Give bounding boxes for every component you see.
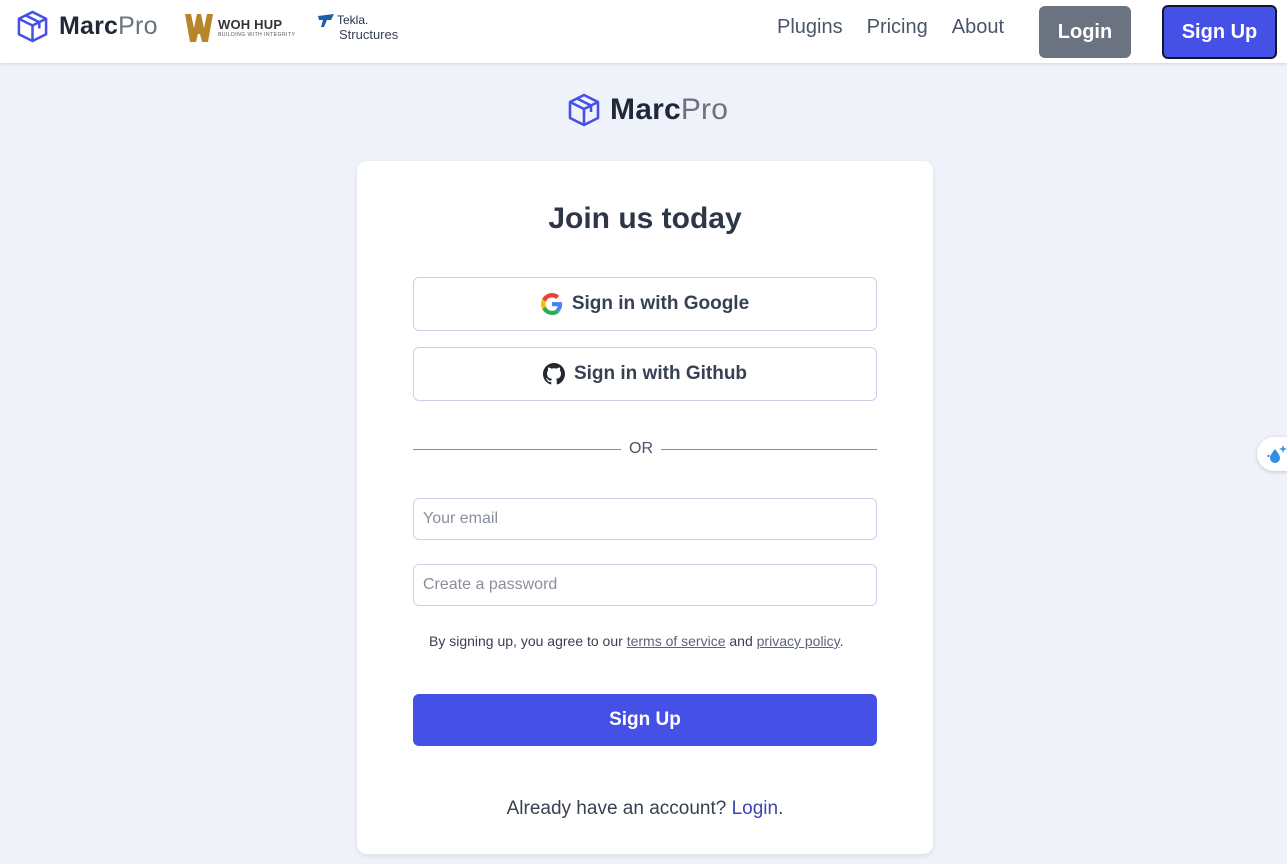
divider-text: OR bbox=[629, 440, 653, 457]
water-drop-sparkle-icon bbox=[1267, 445, 1287, 463]
page-brand-name: MarcPro bbox=[610, 93, 729, 126]
github-signin-button[interactable]: Sign in with Github bbox=[413, 347, 877, 401]
page-brand-logo: MarcPro bbox=[567, 93, 728, 127]
top-navbar: MarcPro WOH HUP BUILDING WITH INTEGRITY … bbox=[0, 0, 1287, 63]
brand-logo-link[interactable]: MarcPro bbox=[16, 9, 158, 43]
login-button[interactable]: Login bbox=[1039, 6, 1131, 58]
signup-card: Join us today Sign in with Google Sign i… bbox=[357, 161, 933, 854]
nav-link-plugins[interactable]: Plugins bbox=[777, 14, 843, 40]
nav-link-pricing[interactable]: Pricing bbox=[867, 14, 928, 40]
woh-hup-logo: WOH HUP BUILDING WITH INTEGRITY bbox=[183, 12, 295, 44]
nav-signup-button[interactable]: Sign Up bbox=[1162, 5, 1277, 59]
or-divider: OR bbox=[413, 439, 877, 459]
woh-hup-tagline: BUILDING WITH INTEGRITY bbox=[218, 32, 296, 38]
cube-logo-icon bbox=[17, 10, 48, 42]
tekla-name: Tekla. bbox=[337, 13, 369, 27]
google-icon bbox=[540, 293, 562, 315]
woh-hup-mark-icon bbox=[185, 14, 213, 42]
signup-submit-button[interactable]: Sign Up bbox=[413, 694, 877, 746]
tekla-sub: Structures bbox=[339, 27, 399, 42]
login-link[interactable]: Login bbox=[732, 798, 779, 819]
google-signin-label: Sign in with Google bbox=[571, 293, 750, 314]
tekla-logo: Tekla. Structures bbox=[318, 13, 398, 42]
brand-name: MarcPro bbox=[59, 11, 158, 40]
login-prompt: Already have an account? Login. bbox=[506, 798, 784, 819]
cube-logo-icon bbox=[568, 93, 600, 127]
github-signin-label: Sign in with Github bbox=[573, 363, 748, 384]
nav-links: Plugins Pricing About bbox=[777, 14, 1028, 40]
nav-link-about[interactable]: About bbox=[952, 14, 1004, 40]
privacy-policy-link[interactable]: privacy policy bbox=[757, 633, 840, 649]
page-title: Join us today bbox=[548, 202, 742, 235]
floating-assistant-widget[interactable] bbox=[1257, 437, 1287, 471]
divider-line-left bbox=[413, 449, 621, 450]
password-field[interactable] bbox=[413, 564, 877, 606]
terms-notice: By signing up, you agree to our terms of… bbox=[429, 633, 844, 649]
github-icon bbox=[542, 363, 565, 385]
tekla-mark-icon bbox=[318, 14, 334, 27]
google-signin-button[interactable]: Sign in with Google bbox=[413, 277, 877, 331]
divider-line-right bbox=[661, 449, 877, 450]
woh-hup-name: WOH HUP bbox=[218, 17, 283, 32]
terms-of-service-link[interactable]: terms of service bbox=[627, 633, 726, 649]
email-field[interactable] bbox=[413, 498, 877, 540]
